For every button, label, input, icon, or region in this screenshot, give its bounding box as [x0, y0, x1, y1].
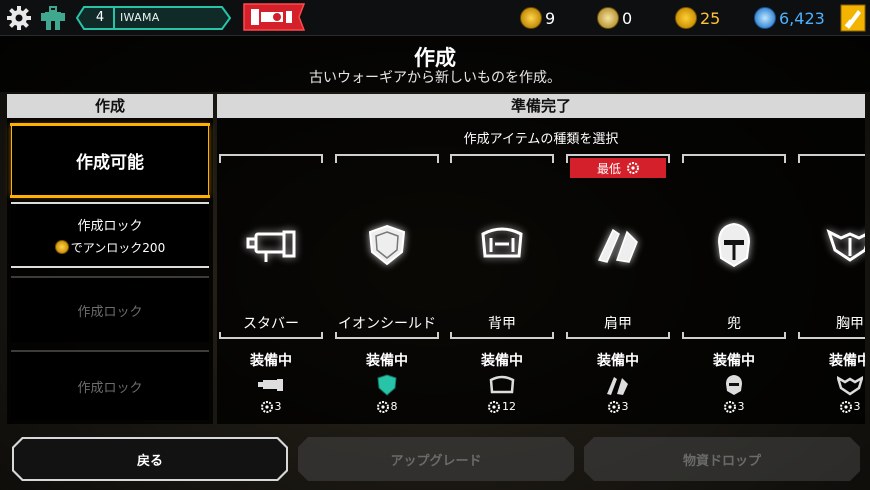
stat-crystal-value: 6,423: [779, 8, 825, 28]
item-card-stubber[interactable]: スタバー 装備中 3: [219, 154, 323, 424]
player-level-chip[interactable]: 4 IWAMA: [76, 6, 232, 30]
unlock-cost: でアンロック200: [54, 239, 166, 256]
stat-tools[interactable]: 0: [597, 6, 632, 30]
top-bar: 4 IWAMA 9 0 25 6,423: [0, 0, 870, 36]
item-card-frame: スタバー: [219, 154, 323, 339]
bonus-sword-icon[interactable]: [840, 4, 866, 32]
gold-coin-icon: [675, 7, 697, 29]
item-card-frame: 背甲: [450, 154, 554, 339]
equipped-status: 装備中: [481, 353, 523, 369]
craft-slot-label: 作成可能: [76, 153, 144, 173]
craft-slot-label: 作成ロック: [77, 304, 143, 320]
item-name: 肩甲: [566, 309, 670, 339]
supply-drop-button-label: 物資ドロップ: [682, 453, 761, 469]
carapace-icon: [489, 374, 515, 396]
cog-icon: [376, 400, 389, 413]
pauldron-icon: [605, 374, 631, 396]
craft-slot-label: 作成ロック: [77, 218, 143, 234]
item-card-helmet[interactable]: 兜 装備中 3: [682, 154, 786, 424]
item-card-frame: 肩甲: [566, 154, 670, 339]
select-type-instruction: 作成アイテムの種類を選択: [463, 132, 619, 147]
cog-icon: [723, 400, 736, 413]
pauldron-icon: [593, 220, 643, 270]
craft-cost-value: 3: [853, 400, 861, 413]
item-card-frame: イオンシールド: [335, 154, 439, 339]
craft-slot-locked-unlockable[interactable]: 作成ロック でアンロック200: [11, 202, 209, 268]
craft-cost: 8: [335, 400, 439, 413]
stat-gold-value: 25: [700, 8, 721, 28]
equipped-status: 装備中: [250, 353, 292, 369]
helmet-icon: [709, 220, 759, 270]
breastplate-icon: [825, 220, 865, 270]
item-card-breastplate[interactable]: 胸甲 装備中 3: [798, 154, 865, 424]
cog-icon: [260, 400, 273, 413]
stat-tools-value: 0: [622, 8, 633, 28]
craft-cost-value: 3: [274, 400, 282, 413]
stat-lightning[interactable]: 9: [520, 6, 555, 30]
helmet-icon: [721, 374, 747, 396]
craft-cost-value: 3: [737, 400, 745, 413]
item-card-pauldron[interactable]: 肩甲 装備中 3: [566, 154, 670, 424]
stat-lightning-value: 9: [545, 8, 556, 28]
faction-flag-icon[interactable]: [243, 3, 306, 31]
equipped-status: 装備中: [366, 353, 408, 369]
crossed-tools-icon: [597, 7, 619, 29]
player-level: 4: [95, 10, 105, 25]
item-name: イオンシールド: [335, 309, 439, 339]
craft-cost-value: 3: [621, 400, 629, 413]
blue-crystal-icon: [754, 7, 776, 29]
stat-crystal[interactable]: 6,423: [754, 6, 825, 30]
carapace-icon: [477, 220, 527, 270]
item-card-frame: 胸甲: [798, 154, 865, 339]
craft-cost: 3: [219, 400, 323, 413]
lightning-coin-icon: [520, 7, 542, 29]
player-name: IWAMA: [120, 11, 160, 24]
item-name: スタバー: [219, 309, 323, 339]
gold-coin-icon: [54, 240, 69, 254]
settings-gear-icon[interactable]: [6, 5, 32, 31]
cog-icon: [488, 400, 500, 413]
item-card-ion-shield[interactable]: イオンシールド 装備中 8: [335, 154, 439, 424]
craft-slot-label: 作成ロック: [77, 380, 143, 396]
page-subtitle: 古いウォーギアから新しいものを作成。: [309, 70, 561, 86]
stat-gold[interactable]: 25: [675, 6, 720, 30]
ion-shield-icon: [374, 374, 400, 396]
item-name: 胸甲: [798, 309, 865, 339]
stubber-gun-icon: [246, 220, 296, 270]
breastplate-icon: [835, 374, 865, 396]
upgrade-button-label: アップグレード: [390, 453, 482, 469]
ready-heading: 準備完了: [217, 94, 865, 118]
item-card-carapace[interactable]: 背甲 装備中 12: [450, 154, 554, 424]
craft-slot-locked: 作成ロック: [11, 350, 209, 420]
craft-cost: 12: [450, 400, 554, 413]
item-name: 背甲: [450, 309, 554, 339]
craft-cost: 3: [682, 400, 786, 413]
craft-cost: 3: [798, 400, 865, 413]
craft-cost: 3: [566, 400, 670, 413]
craft-cost-value: 8: [390, 400, 398, 413]
craft-slot-heading: 作成: [7, 94, 213, 118]
back-button-label: 戻る: [136, 453, 163, 469]
unlock-cost-text: でアンロック200: [70, 240, 166, 255]
upgrade-button[interactable]: アップグレード: [298, 437, 574, 481]
stubber-gun-icon: [258, 374, 284, 396]
craft-type-panel: 準備完了 作成アイテムの種類を選択 スタバー 装備中 3 イオンシールド 装備中…: [217, 94, 865, 424]
equipped-status: 装備中: [829, 353, 865, 369]
equipped-status: 装備中: [713, 353, 755, 369]
equipped-status: 装備中: [597, 353, 639, 369]
craft-cost-value: 12: [502, 400, 516, 413]
supply-drop-button[interactable]: 物資ドロップ: [584, 437, 860, 481]
ion-shield-icon: [362, 220, 412, 270]
back-button[interactable]: 戻る: [12, 437, 288, 481]
craft-slot-available[interactable]: 作成可能: [10, 123, 210, 198]
item-name: 兜: [682, 309, 786, 339]
item-card-frame: 兜: [682, 154, 786, 339]
cog-icon: [839, 400, 852, 413]
craft-slot-locked: 作成ロック: [11, 276, 209, 342]
cog-icon: [607, 400, 620, 413]
mech-avatar-icon[interactable]: [40, 4, 66, 32]
